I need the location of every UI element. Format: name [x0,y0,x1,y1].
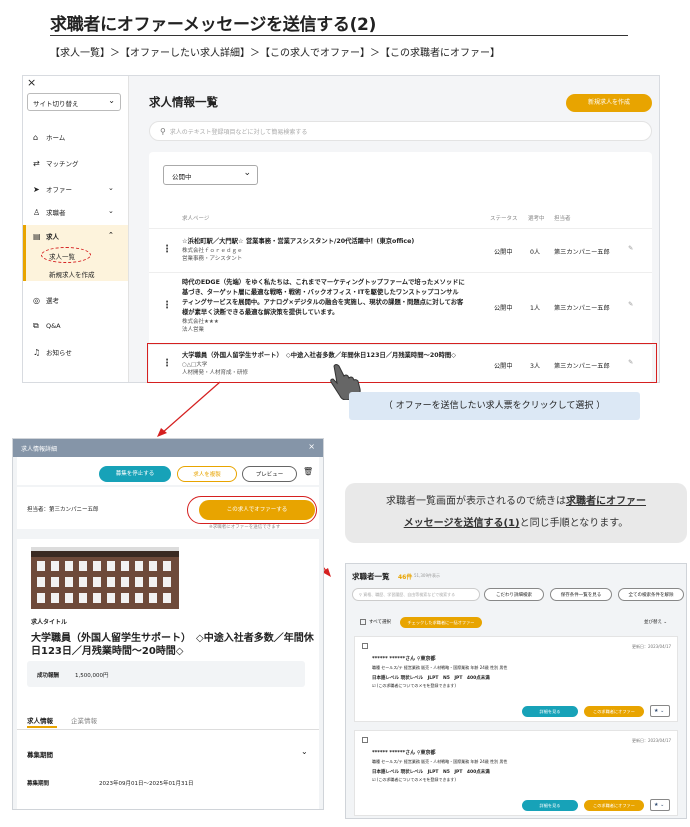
seeker-memo[interactable]: ☑ (この求職者についてのメモを登録できます) [372,683,456,689]
star-select[interactable]: ★ ⌄ [650,705,670,717]
offer-hint: ※求職者にオファーを送信できます [209,525,281,530]
job-title: 大学職員（外国人留学生サポート） ◇中途入社者多数／年間休 日123日／月残業時… [31,632,314,658]
active-tab-underline [27,726,57,728]
chevron-down-icon[interactable]: ⌄ [301,747,308,756]
offer-seeker-button[interactable]: この求職者にオファー [584,800,644,811]
seeker-name: ****** ******さん ⚲東京都 [372,655,436,662]
period-section-title: 募集期間 [27,751,53,759]
detailed-search-button[interactable]: こだわり詳細検索 [484,588,544,601]
tab-company-info[interactable]: 企業情報 [71,715,97,725]
seeker-location: 東京都 [420,656,436,662]
offer-button-highlight [187,496,317,524]
period-value: 2023年09月01日～2025年01月31日 [99,781,194,787]
preview-button[interactable]: プレビュー [242,466,297,482]
saved-conditions-button[interactable]: 保存条件一覧を見る [550,588,612,601]
job-title-line: 日123日／月残業時間～20時間◇ [31,646,184,657]
clear-conditions-button[interactable]: 全ての検索条件を解除 [618,588,684,601]
seekers-count: 46件 [398,574,413,581]
note-link-text: メッセージを送信する(1) [403,518,520,529]
note-text: 求職者一覧画面が表示されるので続きは [386,496,566,507]
checkbox-icon: ☑ [372,683,376,688]
instruction-note: 求職者一覧画面が表示されるので続きは求職者にオファーメッセージを送信する(1)と… [345,483,687,543]
memo-text: (この求職者についてのメモを登録できます) [376,777,456,782]
seeker-name-text: ****** ******さん [372,750,416,756]
search-icon: ⚲ [359,592,362,597]
detail-header-title: 求人情報詳細 [21,446,58,453]
seeker-search-input[interactable]: ⚲ 資格、職歴、学習履歴、自由等検索などで検索する [352,588,480,601]
seeker-checkbox[interactable] [362,643,368,649]
building-image [31,547,179,609]
seeker-location: 東京都 [420,750,436,756]
seeker-tags: 職種 セールス/テ 経営業務 販売・人材戦略・国際業務 年齢 24歳 性別 男性 [372,665,508,670]
seekers-heading: 求職者一覧 [352,572,390,581]
seeker-memo[interactable]: ☑ (この求職者についてのメモを登録できます) [372,777,456,783]
job-title-line: 大学職員（外国人留学生サポート） ◇中途入社者多数／年間休 [31,633,314,644]
close-icon[interactable]: × [308,442,315,451]
select-all-checkbox[interactable] [360,619,366,625]
trash-icon[interactable]: 🗑 [303,467,313,476]
section-label: 求人タイトル [31,619,68,626]
tab-divider [17,729,319,730]
updated-date: 更新日：2023/04/17 [632,738,672,743]
bulk-offer-button[interactable]: チェックした求職者に一括オファー [400,617,482,628]
seeker-list-screenshot: 求職者一覧 46件 51,309件表示 ⚲ 資格、職歴、学習履歴、自由等検索など… [345,563,687,819]
sort-label: 並び替え [644,620,662,625]
detail-header: 求人情報詳細 × [13,439,323,457]
updated-date: 更新日：2023/04/17 [632,644,672,649]
seeker-name: ****** ******さん ⚲東京都 [372,749,436,756]
memo-text: (この求職者についてのメモを登録できます) [376,683,456,688]
seeker-language: 日本語レベル 現状レベル JLPT N5 JPT 400点未満 [372,676,490,681]
owner-label: 担当者：第三カンパニー五郎 [27,507,99,513]
seekers-count-sub: 51,309件表示 [414,573,440,578]
seeker-detail-button[interactable]: 詳細を見る [522,706,578,717]
checkbox-icon: ☑ [372,777,376,782]
seeker-tags: 職種 セールス/テ 経営業務 販売・人材戦略・国際業務 年齢 24歳 性別 男性 [372,759,508,764]
seeker-checkbox[interactable] [362,737,368,743]
stop-recruiting-button[interactable]: 募集を停止する [99,466,171,482]
offer-seeker-button[interactable]: この求職者にオファー [584,706,644,717]
star-select[interactable]: ★ ⌄ [650,799,670,811]
note-text: と同じ手順となります。 [519,518,629,529]
period-label: 募集期間 [27,781,50,787]
seeker-language: 日本語レベル 現状レベル JLPT N5 JPT 400点未満 [372,770,490,775]
arrow-line [161,381,221,434]
reward-value: 1,500,000円 [75,673,109,679]
reward-label: 成功報酬 [37,673,60,679]
seeker-detail-button[interactable]: 詳細を見る [522,800,578,811]
note-link-text: 求職者にオファー [566,496,646,507]
job-detail-screenshot: 求人情報詳細 × 募集を停止する 求人を複製 プレビュー 🗑 担当者：第三カンパニ… [12,438,324,810]
tab-job-info[interactable]: 求人情報 [27,715,53,725]
sort-select[interactable]: 並び替え ⌄ [644,619,667,625]
duplicate-job-button[interactable]: 求人を複製 [177,466,237,482]
search-placeholder: 資格、職歴、学習履歴、自由等検索などで検索する [363,592,456,597]
select-all-label: すべて選択 [369,620,392,625]
seeker-name-text: ****** ******さん [372,656,416,662]
reward-box [27,661,305,687]
